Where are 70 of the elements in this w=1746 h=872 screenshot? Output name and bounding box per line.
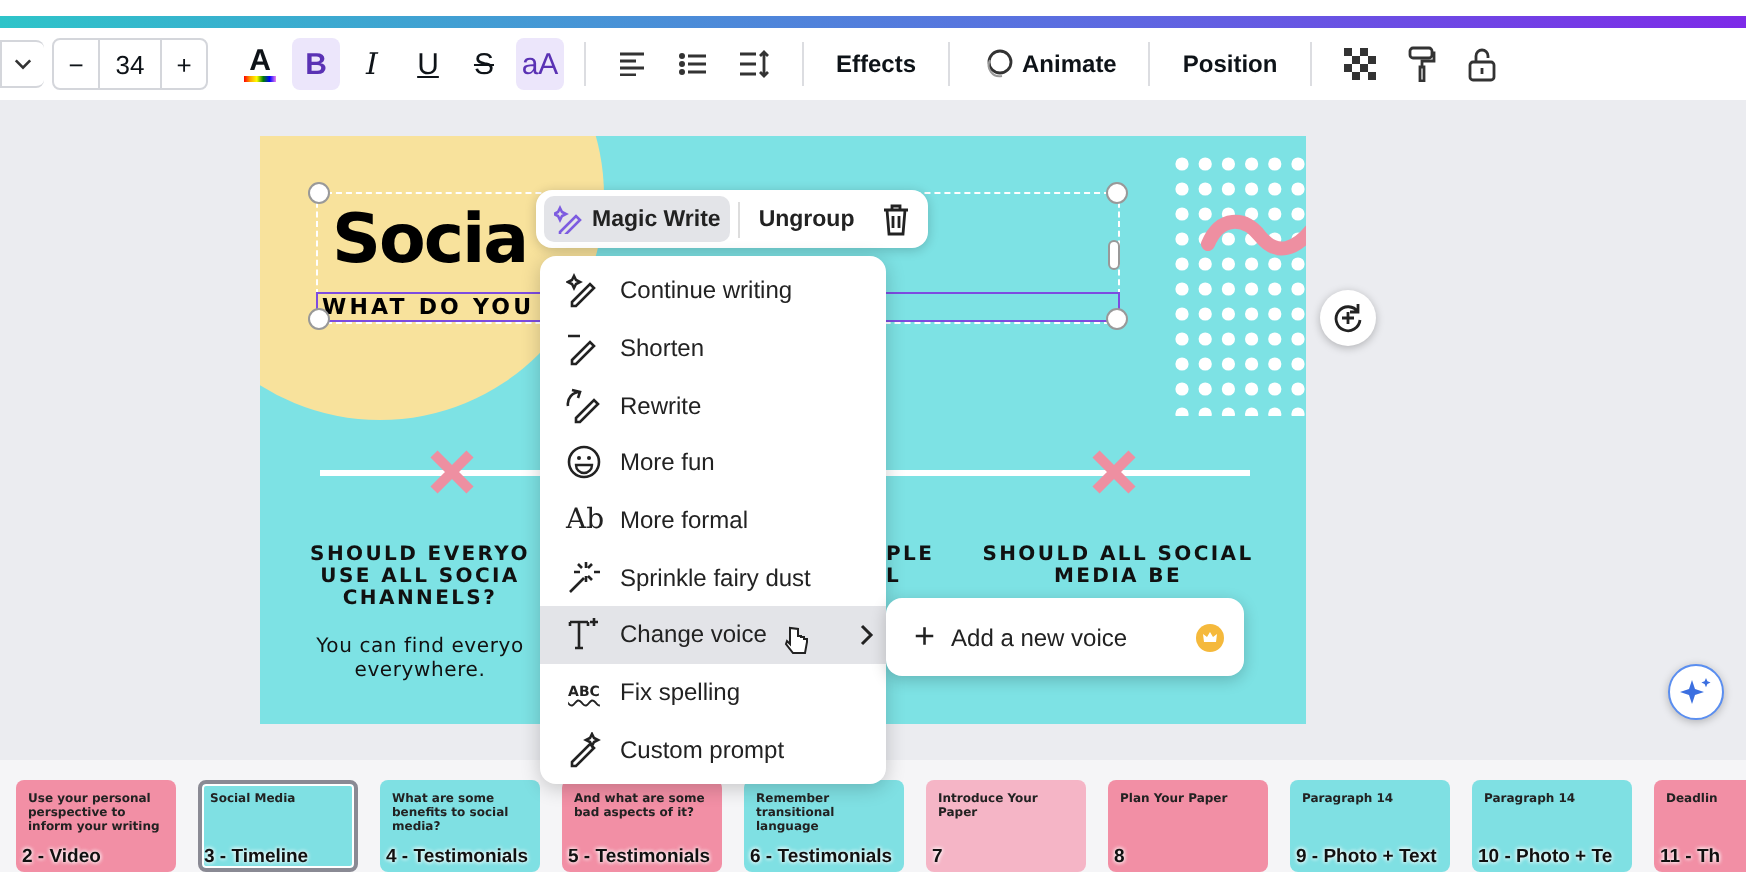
- page-label: 9 - Photo + Text: [1296, 846, 1437, 868]
- page-label: 10 - Photo + Te: [1478, 846, 1613, 868]
- add-voice-option[interactable]: Add a new voice: [951, 623, 1128, 651]
- paint-roller-icon: [1407, 46, 1436, 82]
- ungroup-button[interactable]: Ungroup: [748, 196, 865, 242]
- effects-button[interactable]: Effects: [824, 38, 929, 90]
- crown-badge-icon: [1196, 623, 1224, 651]
- page-label: 7: [932, 846, 943, 868]
- menu-item[interactable]: Custom prompt: [540, 721, 886, 779]
- menu-item[interactable]: Ab More formal: [540, 491, 886, 549]
- page-label: 11 - Th: [1660, 846, 1721, 868]
- menu-item[interactable]: Continue writing: [540, 262, 886, 320]
- menu-item[interactable]: Rewrite: [540, 376, 886, 435]
- unlocked-padlock-icon: [1467, 46, 1496, 82]
- checkerboard-icon: [1343, 48, 1376, 80]
- sparkle-icon: [1680, 676, 1712, 708]
- cross-mark-icon: [1090, 448, 1138, 496]
- magic-pen-icon: [554, 204, 584, 234]
- smiley-icon: [566, 444, 602, 481]
- column-heading: SHOULD ALL SOCIAL MEDIA BE: [980, 544, 1256, 588]
- underline-button[interactable]: U: [404, 38, 452, 90]
- page-label: 4 - Testimonials: [386, 846, 529, 868]
- chevron-down-icon: [14, 58, 32, 70]
- font-size-value[interactable]: 34: [98, 40, 162, 88]
- page-label: 5 - Testimonials: [568, 846, 711, 868]
- align-left-icon: [618, 52, 646, 76]
- magic-write-button[interactable]: Magic Write: [544, 196, 731, 242]
- bold-button[interactable]: B: [292, 38, 340, 90]
- comment-refresh-icon: [1332, 302, 1364, 334]
- cross-mark-icon: [428, 448, 476, 496]
- italic-button[interactable]: I: [348, 38, 396, 90]
- menu-item[interactable]: Change voice: [540, 606, 886, 664]
- chevron-right-icon: [860, 623, 874, 646]
- trash-icon: [882, 203, 911, 235]
- line-spacing-icon: [738, 50, 770, 78]
- animate-button[interactable]: Animate: [970, 38, 1129, 90]
- list-icon: [678, 52, 706, 76]
- resize-handle[interactable]: [1108, 240, 1120, 270]
- increase-size-button[interactable]: +: [162, 40, 206, 88]
- position-button[interactable]: Position: [1170, 38, 1290, 90]
- magic-assistant-button[interactable]: [1668, 664, 1724, 720]
- slide-subtitle: WHAT DO YOU: [322, 294, 535, 320]
- column-text: You can find everyo everywhere.: [314, 636, 526, 684]
- rewrite-pen-icon: [566, 387, 602, 424]
- plus-icon: +: [914, 616, 936, 658]
- text-sparkle-icon: [566, 616, 602, 653]
- sparkle-pen-icon: [566, 731, 602, 768]
- sparkle-icon: [566, 559, 602, 596]
- menu-item[interactable]: More fun: [540, 434, 886, 492]
- page-label: 8: [1114, 846, 1125, 868]
- hand-cursor-icon: [784, 626, 808, 655]
- resize-handle[interactable]: [1106, 308, 1128, 330]
- font-dropdown[interactable]: [0, 40, 44, 88]
- page-label: 6 - Testimonials: [750, 846, 893, 868]
- slide-title: Socia: [332, 200, 528, 280]
- decrease-size-button[interactable]: −: [54, 40, 98, 88]
- color-button[interactable]: A: [236, 38, 284, 90]
- page-label: 2 - Video: [22, 846, 101, 868]
- menu-item[interactable]: Sprinkle fairy dust: [540, 548, 886, 607]
- strike-button[interactable]: S: [460, 38, 508, 90]
- page-label: 3 - Timeline: [204, 846, 309, 868]
- case-button[interactable]: aA: [516, 38, 564, 90]
- resize-handle[interactable]: [1106, 182, 1128, 204]
- animate-icon: [982, 48, 1015, 80]
- text-style-icon: Ab: [566, 504, 602, 537]
- column-heading: PLE L: [886, 544, 935, 588]
- comment-button[interactable]: [1320, 290, 1376, 346]
- column-heading: SHOULD EVERYO USE ALL SOCIA CHANNELS?: [308, 544, 532, 610]
- menu-item[interactable]: Shorten: [540, 319, 886, 377]
- rainbow-bar: [244, 75, 276, 81]
